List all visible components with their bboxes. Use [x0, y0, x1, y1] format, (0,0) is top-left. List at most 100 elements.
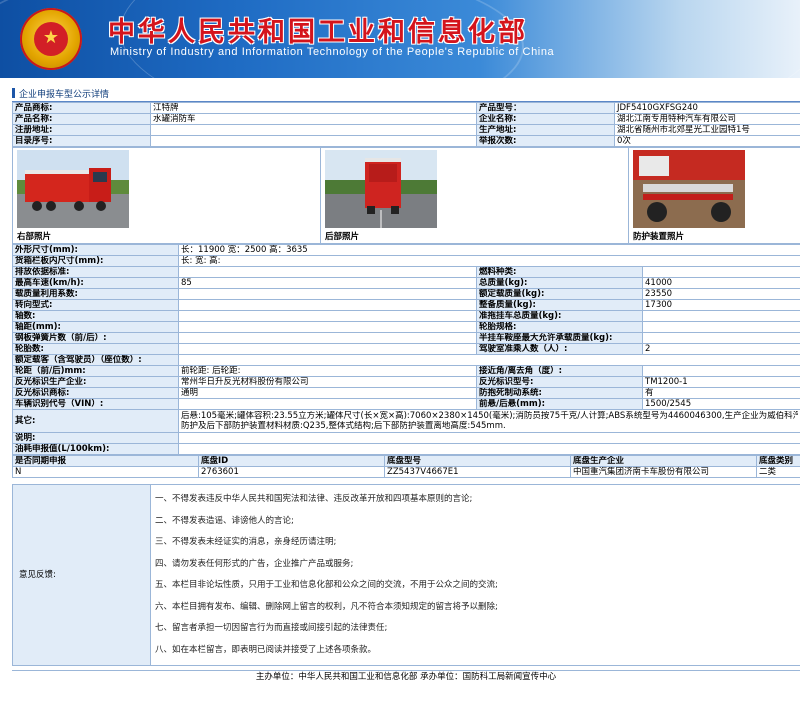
section-marker-icon [12, 88, 15, 98]
photo-right[interactable] [17, 150, 129, 228]
tire-count-value [178, 343, 477, 355]
tire-spec-value [642, 321, 800, 333]
prod-addr-value: 湖北省随州市北郊星光工业园特1号 [614, 124, 800, 136]
emission-label: 排放依据标准: [12, 266, 179, 278]
chassis-header-id: 底盘ID [198, 455, 385, 467]
steer-label: 转向型式: [12, 299, 179, 311]
angle-value [642, 365, 800, 377]
angle-label: 接近角/离去角（度）: [476, 365, 643, 377]
company-label: 企业名称: [476, 113, 615, 125]
fuel-cons-label: 油耗申报值(L/100km): [12, 443, 179, 455]
cargo-label: 货箱栏板内尺寸(mm): [12, 255, 179, 267]
photo-rear[interactable] [325, 150, 437, 228]
fuel-label: 燃料种类: [476, 266, 643, 278]
chassis-class-value: 二类 [756, 466, 800, 478]
chassis-id-value: 2763601 [198, 466, 385, 478]
chassis-model-value: ZZ5437V4667E1 [384, 466, 571, 478]
reg-addr-label: 注册地址: [12, 124, 151, 136]
national-emblem-icon: ★ [20, 8, 82, 70]
chassis-sync-value: N [12, 466, 199, 478]
feedback-rules: 一、不得发表违反中华人民共和国宪法和法律、违反改革开放和四项基本原则的言论; 二… [150, 484, 800, 666]
photo-rear-cell: 后部照片 [320, 147, 629, 244]
list-item: 七、留言者承担一切因留言行为而直接或间接引起的法律责任; [155, 623, 388, 633]
catalog-value [150, 135, 477, 147]
abs-value: 有 [642, 387, 800, 399]
desc-label: 说明: [12, 432, 179, 444]
catalog-label: 目录序号: [12, 135, 151, 147]
chassis-header-sync: 是否同期申报 [12, 455, 199, 467]
dims-value: 长：11900 宽：2500 高：3635 [178, 244, 800, 256]
feedback-table: 意见反馈: 一、不得发表违反中华人民共和国宪法和法律、违反改革开放和四项基本原则… [12, 484, 800, 666]
site-banner: ★ 中华人民共和国工业和信息化部 Ministry of Industry an… [0, 0, 800, 78]
photo-guard-caption: 防护装置照片 [633, 232, 685, 242]
photo-right-cell: 右部照片 [12, 147, 321, 244]
vin-label: 车辆识别代号（VIN）: [12, 398, 179, 410]
saddle-value [642, 332, 800, 344]
track-label: 轮距（前/后)mm: [12, 365, 179, 377]
track-value: 前轮距: 后轮距: [178, 365, 477, 377]
report-count-value: 0次 [614, 135, 800, 147]
reg-addr-value [150, 124, 477, 136]
cab-label: 驾驶室准乘人数（人）: [476, 343, 643, 355]
spring-value [178, 332, 477, 344]
total-mass-label: 总质量(kg): [476, 277, 643, 289]
curb-mass-label: 整备质量(kg): [476, 299, 643, 311]
other-line-2: 防护及后下部防护装置材料材质:Q235,整体式结构;后下部防护装置离地高度:54… [181, 421, 506, 431]
name-label: 产品名称: [12, 113, 151, 125]
dims-label: 外形尺寸(mm): [12, 244, 179, 256]
list-item: 一、不得发表违反中华人民共和国宪法和法律、违反改革开放和四项基本原则的言论; [155, 494, 473, 504]
axles-value [178, 310, 477, 322]
photo-guard[interactable] [633, 150, 745, 228]
chassis-header-class: 底盘类别 [756, 455, 800, 467]
photo-guard-cell: 防护装置照片 [628, 147, 800, 244]
passengers-label: 额定载客（含驾驶员）（座位数）: [12, 354, 179, 366]
report-count-label: 举报次数: [476, 135, 615, 147]
table-row: N 2763601 ZZ5437V4667E1 中国重汽集团济南卡车股份有限公司… [12, 466, 800, 478]
list-item: 六、本栏目拥有发布、编辑、删除网上留言的权利，凡不符合本须知规定的留言将予以删除… [155, 601, 498, 612]
chassis-table: 是否同期申报 底盘ID 底盘型号 底盘生产企业 底盘类别 N 2763601 Z… [12, 455, 800, 478]
refl-maker-label: 反光标识生产企业: [12, 376, 179, 388]
passengers-value [178, 354, 800, 366]
refl-brand-label: 反光标识商标: [12, 387, 179, 399]
page-footer: 主办单位：中华人民共和国工业和信息化部 承办单位：国防科工局新闻宣传中心 [12, 670, 800, 683]
wheelbase-value [178, 321, 477, 333]
emission-value [178, 266, 477, 278]
overhang-value: 1500/2545 [642, 398, 800, 410]
photo-table: 右部照片 后部照片 防护装置照片 [12, 147, 800, 244]
vin-value [178, 398, 477, 410]
tire-count-label: 轮胎数: [12, 343, 179, 355]
other-label: 其它: [12, 409, 179, 433]
model-label: 产品型号： [476, 102, 615, 114]
cab-value: 2 [642, 343, 800, 355]
axles-label: 轴数: [12, 310, 179, 322]
model-value: JDF5410GXFSG240 [614, 102, 800, 114]
brand-value: 江特牌 [150, 102, 477, 114]
spring-label: 钢板弹簧片数（前/后）: [12, 332, 179, 344]
tire-spec-label: 轮胎规格: [476, 321, 643, 333]
trailer-value [642, 310, 800, 322]
fuel-cons-value [178, 443, 800, 455]
spec-table: 外形尺寸(mm): 长：11900 宽：2500 高：3635 货箱栏板内尺寸(… [12, 244, 800, 455]
wheelbase-label: 轴距(mm): [12, 321, 179, 333]
cargo-value: 长: 宽: 高: [178, 255, 800, 267]
basic-info-table: 产品商标: 江特牌 产品型号： JDF5410GXFSG240 产品名称: 水罐… [12, 102, 800, 147]
trailer-label: 准拖挂车总质量(kg): [476, 310, 643, 322]
refl-model-label: 反光标识型号: [476, 376, 643, 388]
speed-value: 85 [178, 277, 477, 289]
site-title-en: Ministry of Industry and Information Tec… [110, 46, 555, 58]
chassis-header-maker: 底盘生产企业 [570, 455, 757, 467]
list-item: 三、不得发表未经证实的消息，亲身经历请注明; [155, 537, 337, 547]
list-item: 八、如在本栏留言，即表明已阅读并接受了上述各项条款。 [155, 644, 377, 655]
section-title: 企业申报车型公示详情 [12, 88, 800, 102]
util-value [178, 288, 477, 300]
abs-label: 防抱死制动系统: [476, 387, 643, 399]
rated-load-value: 23550 [642, 288, 800, 300]
company-value: 湖北江南专用特种汽车有限公司 [614, 113, 800, 125]
name-value: 水罐消防车 [150, 113, 477, 125]
saddle-label: 半挂车鞍座最大允许承载质量(kg): [476, 332, 643, 344]
prod-addr-label: 生产地址: [476, 124, 615, 136]
brand-label: 产品商标: [12, 102, 151, 114]
fuel-value [642, 266, 800, 278]
list-item: 四、请勿发表任何形式的广告，企业推广产品或服务; [155, 558, 354, 569]
photo-right-caption: 右部照片 [17, 232, 52, 242]
